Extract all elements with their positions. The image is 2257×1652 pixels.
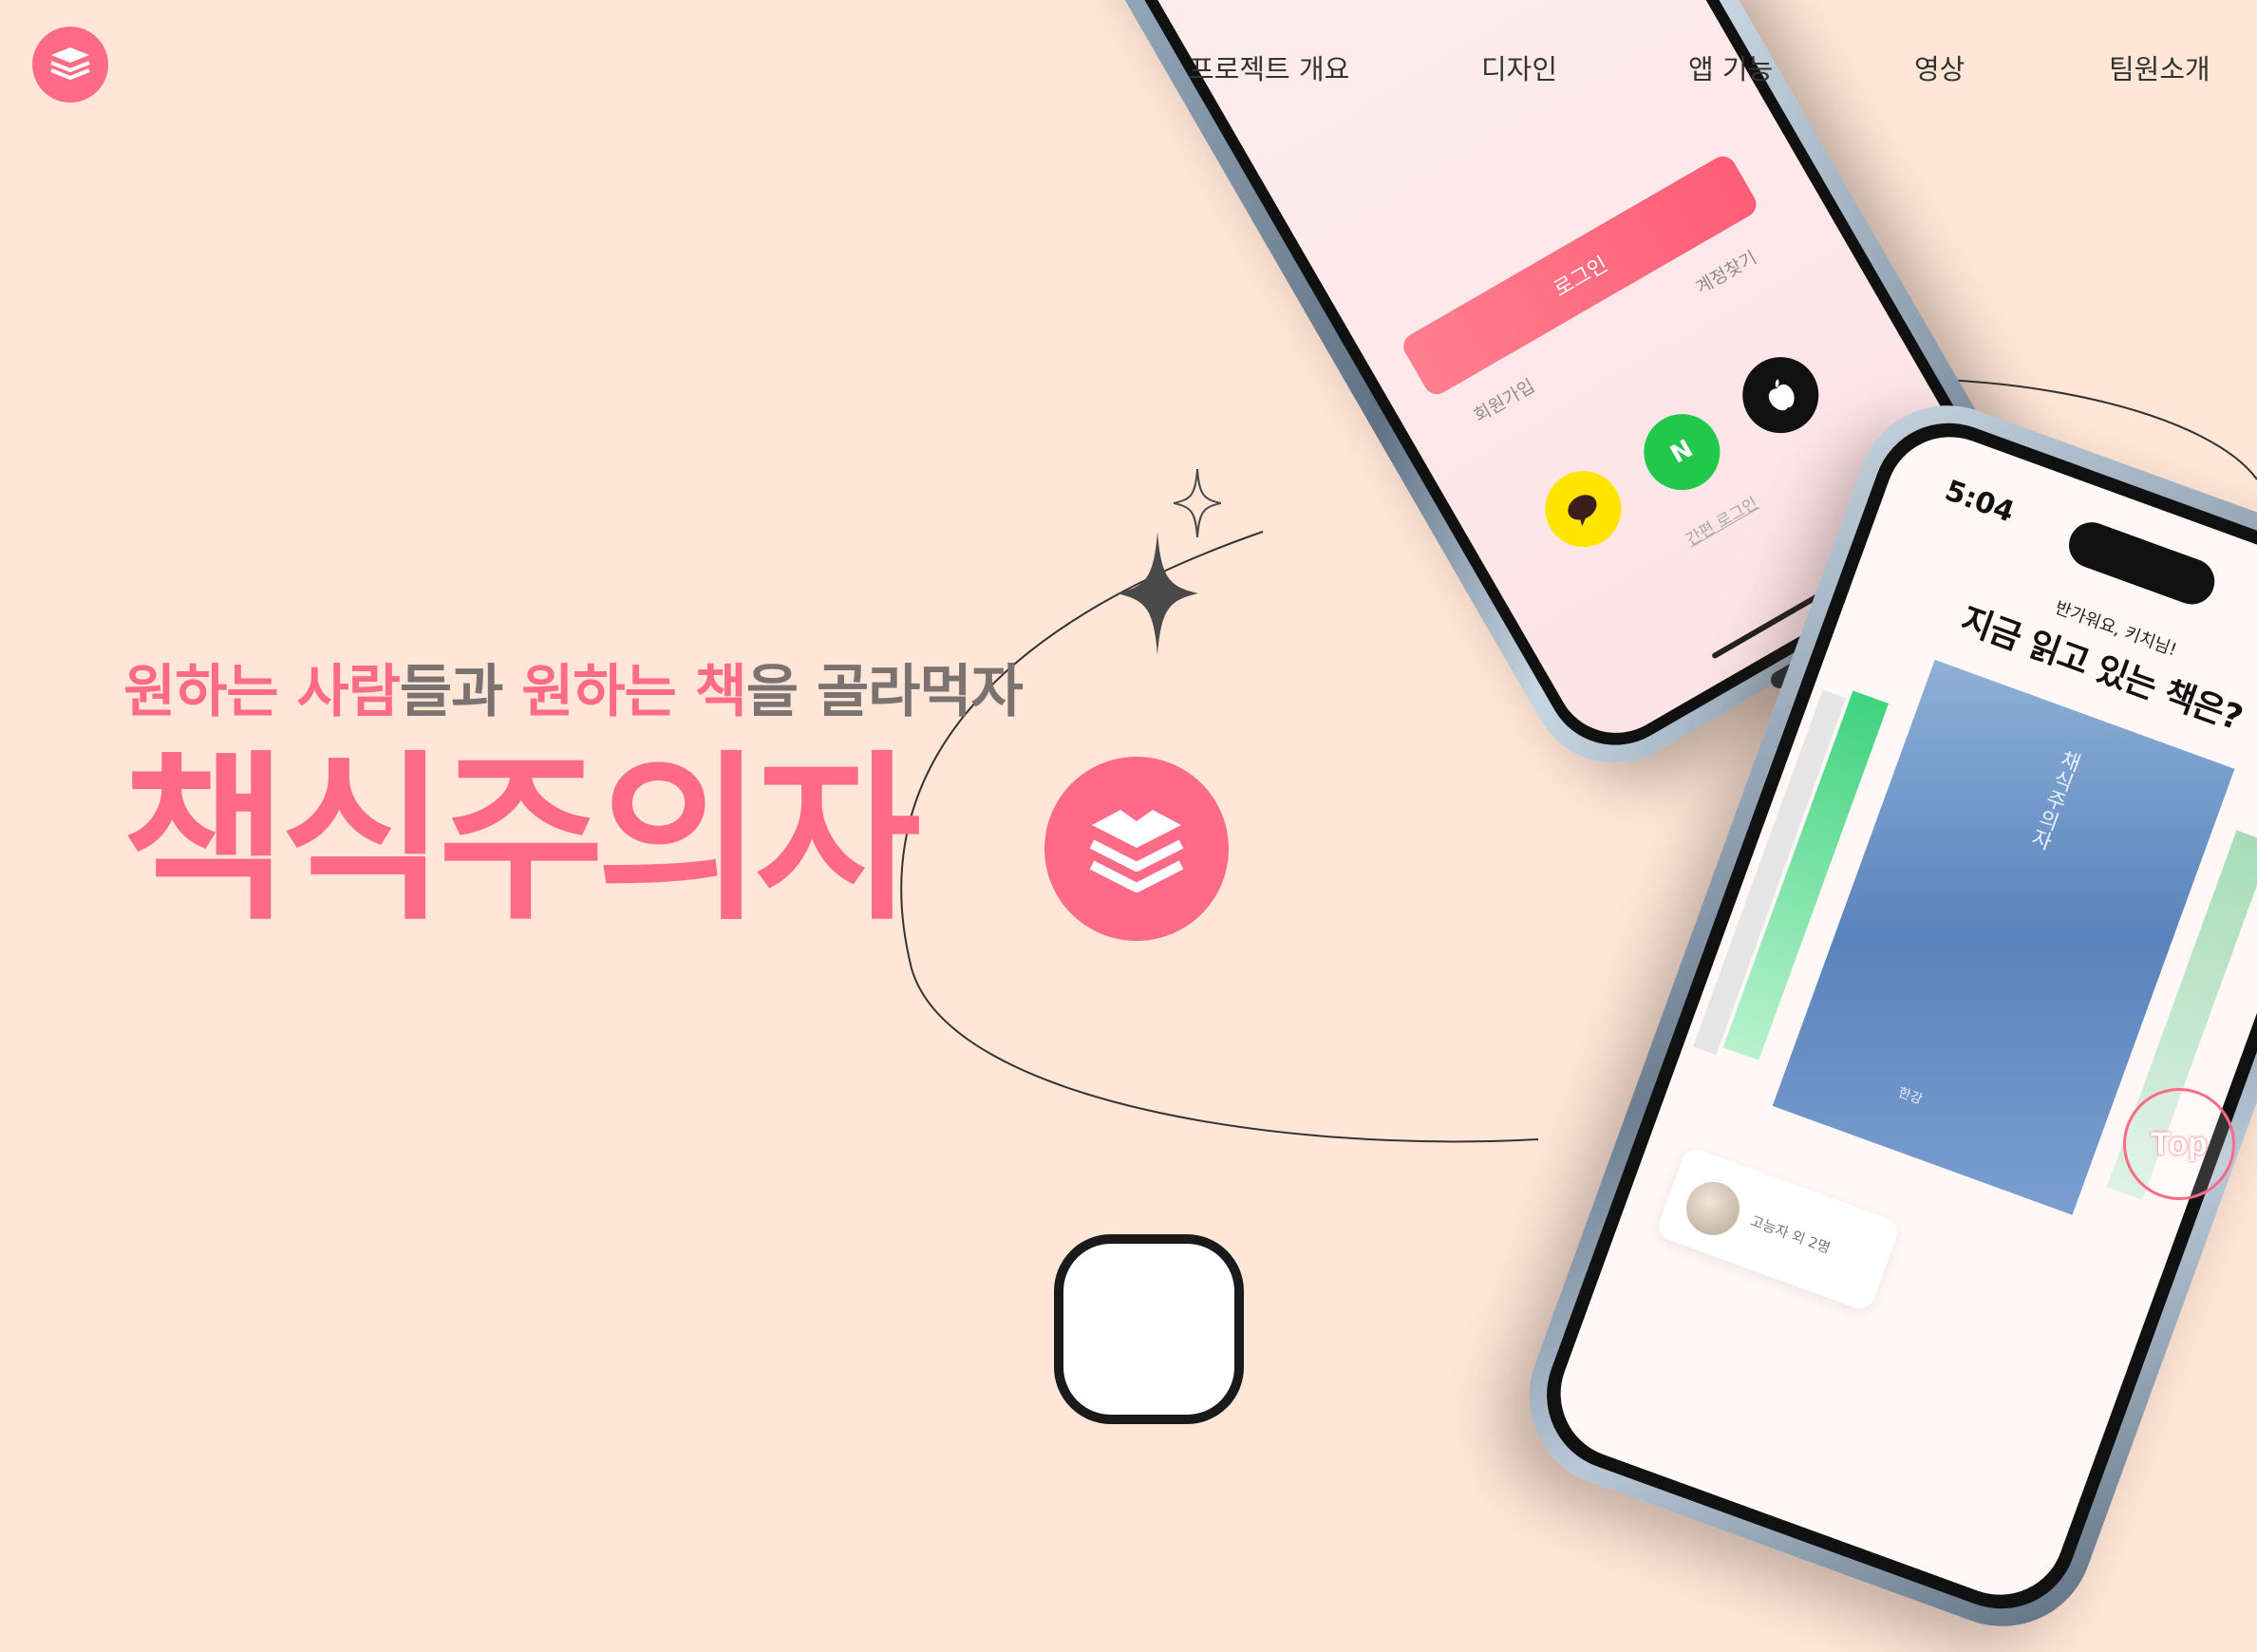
status-time: 5:04	[1940, 474, 2019, 530]
reader-card-label: 고능자 외 2명	[1748, 1211, 1833, 1257]
signup-link[interactable]: 회원가입	[1469, 372, 1539, 427]
sparkle-small-icon	[1174, 469, 1221, 537]
speech-bubble-icon	[1568, 495, 1597, 527]
phone-partial-mockup	[1054, 1234, 1244, 1424]
nav-item-team[interactable]: 팀원소개	[2109, 47, 2210, 87]
scroll-top-button[interactable]: Top	[2123, 1088, 2235, 1200]
book-stack-icon	[1089, 810, 1184, 892]
naver-login-button[interactable]: N	[1629, 400, 1734, 504]
nav-item-design[interactable]: 디자인	[1481, 47, 1557, 87]
nav-item-features[interactable]: 앱 기능	[1688, 47, 1773, 87]
reader-avatars	[1679, 1173, 1747, 1243]
hero-logo	[1044, 757, 1229, 941]
kakao-login-button[interactable]	[1531, 457, 1636, 561]
book-stack-icon	[50, 47, 90, 80]
hero-title: 책식주의자	[122, 735, 921, 945]
subtitle-part: 원하는 책	[521, 659, 747, 725]
site-header: 프로젝트 개요 디자인 앱 기능 영상 팀원소개	[0, 0, 2257, 141]
subtitle-part: 원하는 사람	[123, 659, 401, 725]
sparkle-large-icon	[1117, 532, 1198, 655]
subtitle-part: 을 골라먹자	[745, 659, 1024, 725]
reader-card[interactable]: 고능자 외 2명	[1654, 1145, 1902, 1313]
site-logo[interactable]	[32, 27, 108, 103]
nav-item-video[interactable]: 영상	[1914, 47, 1965, 87]
hero-subtitle: 원하는 사람들과 원하는 책을 골라먹자	[123, 646, 1024, 728]
naver-n-icon: N	[1665, 434, 1699, 470]
dynamic-island	[2062, 516, 2222, 611]
nav-item-overview[interactable]: 프로젝트 개요	[1189, 47, 1349, 87]
apple-icon	[1768, 379, 1795, 411]
book-cover-title: 채식주의자	[2025, 745, 2084, 853]
book-cover-author: 한강	[1895, 1084, 1925, 1108]
find-account-link[interactable]: 계정찾기	[1691, 244, 1761, 299]
subtitle-part: 들과	[399, 659, 522, 725]
apple-login-button[interactable]	[1728, 343, 1833, 447]
